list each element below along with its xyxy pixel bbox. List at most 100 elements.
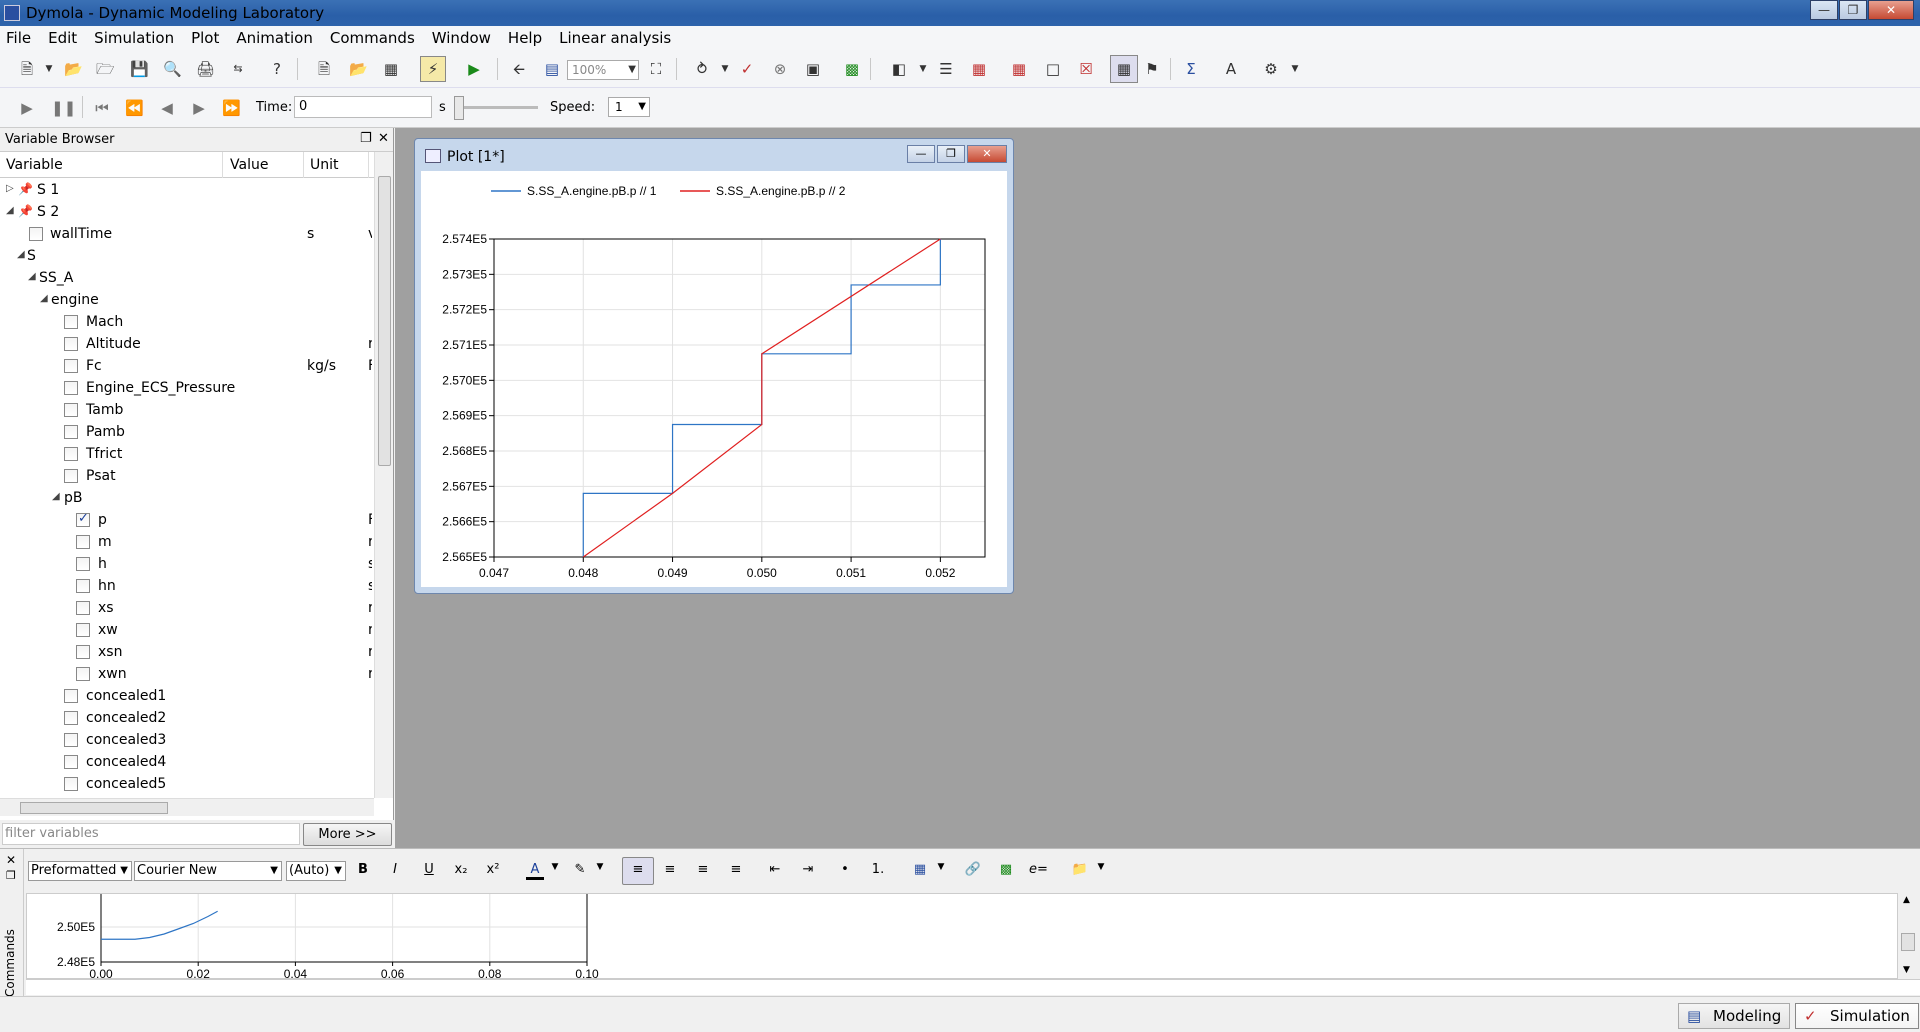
menu-window[interactable]: Window bbox=[430, 29, 493, 47]
menu-commands[interactable]: Commands bbox=[328, 29, 417, 47]
checkbox-pamb[interactable] bbox=[64, 425, 78, 439]
rescale-icon[interactable]: ▣ bbox=[804, 60, 822, 78]
plot-minimize-button[interactable]: — bbox=[907, 145, 935, 163]
tree-item-concealed2[interactable]: concealed2 bbox=[0, 708, 372, 730]
variable-icon[interactable]: ⥁ bbox=[693, 60, 711, 78]
modeling-mode-button[interactable]: ▤ Modeling bbox=[1678, 1003, 1791, 1029]
column-unit[interactable]: Unit bbox=[310, 157, 339, 173]
new-dropdown-icon[interactable]: ▼ bbox=[40, 60, 58, 78]
checkbox-engine-ecs-pressure[interactable] bbox=[64, 381, 78, 395]
plot-dependencies-icon[interactable]: ✓ bbox=[738, 60, 756, 78]
checkbox-p[interactable] bbox=[76, 511, 90, 527]
tree-item-hn[interactable]: hn s bbox=[0, 576, 372, 598]
reverse-icon[interactable]: ⏪ bbox=[125, 99, 144, 117]
tree-item-psat[interactable]: Psat bbox=[0, 466, 372, 488]
tree-hscroll-thumb[interactable] bbox=[20, 802, 168, 814]
delete-diagram-icon[interactable]: ☒ bbox=[1077, 60, 1095, 78]
new-plot-window-icon[interactable]: ◧ bbox=[890, 60, 908, 78]
tree-item-ss-a[interactable]: ◢ SS_A bbox=[0, 268, 372, 290]
menu-help[interactable]: Help bbox=[506, 29, 544, 47]
column-variable[interactable]: Variable bbox=[6, 157, 63, 173]
minimize-button[interactable]: — bbox=[1810, 0, 1838, 20]
menu-edit[interactable]: Edit bbox=[46, 29, 79, 47]
commands-scroll-thumb[interactable] bbox=[1901, 933, 1915, 951]
export-plot-icon[interactable]: ▩ bbox=[843, 60, 861, 78]
print-icon[interactable]: 🖨 bbox=[196, 60, 215, 78]
close-panel-icon[interactable]: ✕ bbox=[6, 853, 16, 867]
fast-forward-icon[interactable]: ⏩ bbox=[222, 99, 241, 117]
tree-horizontal-scrollbar[interactable] bbox=[0, 798, 374, 816]
diagram-icon[interactable]: ▦ bbox=[970, 60, 988, 78]
restore-button[interactable]: ❐ bbox=[1839, 0, 1867, 20]
justify-icon[interactable]: ≡ bbox=[727, 862, 745, 877]
image-icon[interactable]: ▩ bbox=[997, 862, 1015, 877]
folder-icon[interactable]: 📁 bbox=[1071, 862, 1089, 877]
tree-item-concealed3[interactable]: concealed3 bbox=[0, 730, 372, 752]
tree-item-xwn[interactable]: xwn r bbox=[0, 664, 372, 686]
checkbox-concealed2[interactable] bbox=[64, 711, 78, 725]
font-select[interactable]: Courier New ▼ bbox=[134, 861, 282, 881]
highlight-dropdown-icon[interactable]: ▼ bbox=[591, 862, 609, 872]
highlight-color-icon[interactable]: ✎ bbox=[571, 862, 589, 877]
command-input[interactable] bbox=[26, 979, 1920, 995]
tree-item-s[interactable]: ◢ S bbox=[0, 246, 372, 268]
step-forward-icon[interactable]: ▶ bbox=[190, 99, 208, 117]
setup-icon[interactable]: ⚙ bbox=[1262, 60, 1280, 78]
rectangle-icon[interactable]: □ bbox=[1044, 60, 1062, 78]
checkbox-concealed3[interactable] bbox=[64, 733, 78, 747]
rows-icon[interactable]: ☰ bbox=[937, 60, 955, 78]
open-icon[interactable]: 📂 bbox=[64, 60, 83, 78]
checkbox-tfrict[interactable] bbox=[64, 447, 78, 461]
translate-icon[interactable]: ⚡ bbox=[420, 56, 446, 82]
checkbox-xw[interactable] bbox=[76, 623, 90, 637]
sum-icon[interactable]: Σ bbox=[1182, 60, 1200, 78]
legend-icon[interactable]: ⚑ bbox=[1143, 60, 1161, 78]
float-icon[interactable]: ❐ bbox=[360, 131, 372, 146]
tree-item-fc[interactable]: Fc kg/s F bbox=[0, 356, 372, 378]
checkbox-hn[interactable] bbox=[76, 579, 90, 593]
plot-canvas[interactable]: 0.047 0.048 0.049 0.050 0.051 0.052 2.565E5 2.5… bbox=[421, 171, 1007, 587]
tree-item-xsn[interactable]: xsn r bbox=[0, 642, 372, 664]
open-result-icon[interactable]: 📂 bbox=[349, 60, 368, 78]
indent-decrease-icon[interactable]: ⇤ bbox=[766, 862, 784, 877]
superscript-icon[interactable]: x² bbox=[484, 862, 502, 877]
menu-linear-analysis[interactable]: Linear analysis bbox=[557, 29, 673, 47]
checkbox-h[interactable] bbox=[76, 557, 90, 571]
menu-simulation[interactable]: Simulation bbox=[92, 29, 176, 47]
time-slider-thumb[interactable] bbox=[454, 96, 464, 120]
tree-item-concealed4[interactable]: concealed4 bbox=[0, 752, 372, 774]
text-icon[interactable]: A bbox=[1222, 60, 1240, 78]
more-button[interactable]: More >> bbox=[303, 823, 392, 846]
tree-item-pb[interactable]: ◢ pB bbox=[0, 488, 372, 510]
checkbox-concealed1[interactable] bbox=[64, 689, 78, 703]
plot-close-button[interactable]: ✕ bbox=[967, 145, 1007, 163]
text-color-icon[interactable]: A bbox=[526, 862, 544, 880]
checkbox-walltime[interactable] bbox=[29, 227, 43, 241]
tree-item-xs[interactable]: xs r bbox=[0, 598, 372, 620]
indent-increase-icon[interactable]: ⇥ bbox=[799, 862, 817, 877]
table-icon[interactable]: ▦ bbox=[911, 862, 929, 877]
italic-icon[interactable]: I bbox=[386, 862, 404, 877]
subscript-icon[interactable]: x₂ bbox=[452, 862, 470, 877]
tree-item-s1[interactable]: ▷ 📌 S 1 bbox=[0, 180, 372, 202]
checkbox-xsn[interactable] bbox=[76, 645, 90, 659]
equation-icon[interactable]: e= bbox=[1029, 862, 1048, 877]
tree-item-mach[interactable]: Mach bbox=[0, 312, 372, 334]
simulate-icon[interactable]: ▶ bbox=[465, 60, 483, 78]
checkbox-xwn[interactable] bbox=[76, 667, 90, 681]
checkbox-mach[interactable] bbox=[64, 315, 78, 329]
align-right-icon[interactable]: ≡ bbox=[694, 862, 712, 877]
grid-icon[interactable]: ▦ bbox=[1110, 55, 1138, 83]
table-dropdown-icon[interactable]: ▼ bbox=[932, 862, 950, 872]
bullet-list-icon[interactable]: • bbox=[836, 862, 854, 877]
tree-item-engine-ecs-pressure[interactable]: Engine_ECS_Pressure bbox=[0, 378, 372, 400]
align-left-icon[interactable]: ≡ bbox=[629, 862, 647, 877]
time-slider-track[interactable] bbox=[458, 106, 538, 109]
close-panel-icon[interactable]: ✕ bbox=[378, 131, 389, 146]
simulation-mode-button[interactable]: ✓ Simulation bbox=[1795, 1003, 1919, 1029]
checkbox-m[interactable] bbox=[76, 535, 90, 549]
fit-window-icon[interactable]: ⛶ bbox=[647, 60, 665, 78]
commands-scrollbar[interactable]: ▲ ▼ bbox=[1898, 893, 1918, 979]
tree-item-h[interactable]: h s bbox=[0, 554, 372, 576]
tree-item-s2[interactable]: ◢ 📌 S 2 bbox=[0, 202, 372, 224]
